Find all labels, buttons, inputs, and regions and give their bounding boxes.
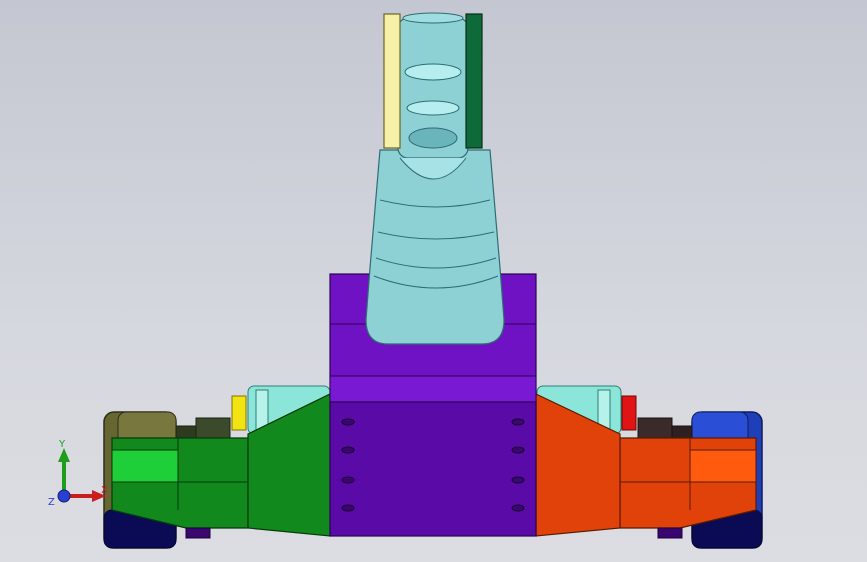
triad-axes	[57, 448, 106, 503]
axis-y-label: Y	[59, 439, 66, 450]
axis-z-label: Z	[48, 497, 55, 508]
right-bottom-bracket	[657, 527, 683, 539]
robot-model[interactable]	[0, 0, 867, 562]
left-gear	[175, 417, 231, 441]
clamp-plate-left	[383, 13, 401, 149]
clamp-plate-right	[465, 13, 483, 149]
graphics-viewport[interactable]: Y X Z	[0, 0, 867, 562]
left-bottom-bracket	[185, 527, 211, 539]
orientation-triad[interactable]: Y X Z	[48, 438, 112, 510]
right-gear	[637, 417, 693, 441]
axis-x-label: X	[101, 485, 108, 496]
